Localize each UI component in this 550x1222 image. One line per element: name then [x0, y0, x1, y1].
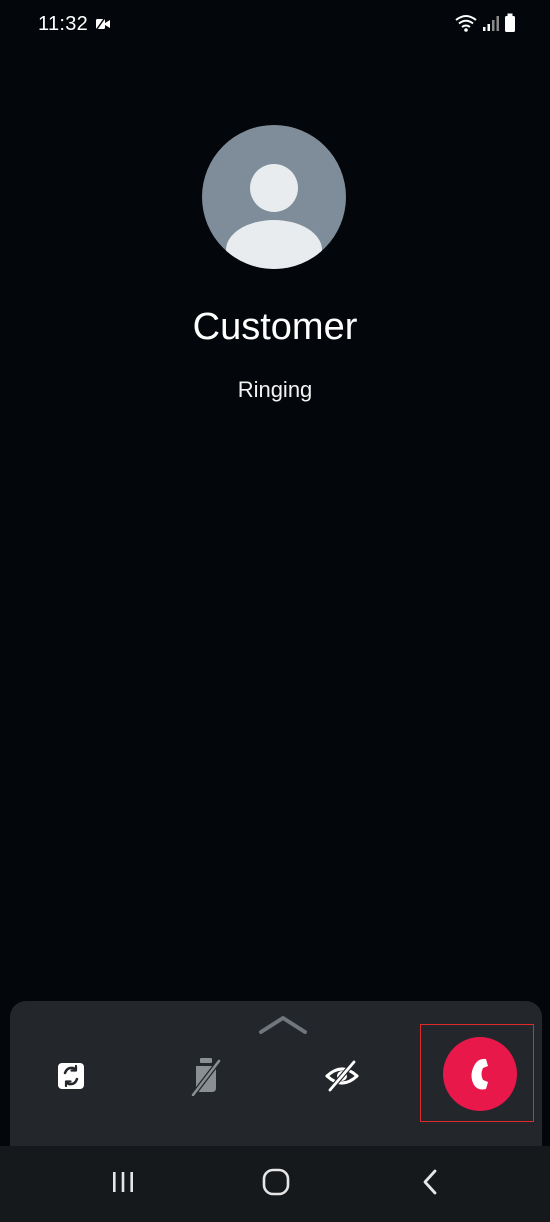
switch-camera-button[interactable]	[41, 1051, 101, 1101]
video-off-icon	[325, 1060, 359, 1092]
chevron-up-icon[interactable]	[258, 1013, 308, 1035]
caller-avatar	[202, 125, 346, 269]
call-screen: 11:32 Customer Ringing	[0, 0, 550, 1222]
back-icon	[423, 1169, 437, 1195]
battery-icon	[505, 13, 515, 32]
caller-name: Customer	[192, 306, 358, 348]
recent-apps-button[interactable]	[103, 1164, 143, 1200]
navigation-bar	[0, 1146, 550, 1222]
home-button[interactable]	[256, 1164, 296, 1200]
wifi-icon	[455, 15, 477, 32]
video-off-button[interactable]	[312, 1051, 372, 1101]
video-call-indicator-icon	[96, 18, 110, 30]
status-bar: 11:32	[0, 0, 550, 50]
status-icons	[454, 13, 516, 33]
home-icon	[262, 1168, 290, 1196]
signal-icon	[483, 16, 499, 31]
mute-button[interactable]	[176, 1051, 236, 1101]
end-call-button[interactable]	[443, 1037, 517, 1111]
status-time: 11:32	[38, 13, 89, 35]
mic-off-icon	[191, 1058, 221, 1096]
back-button[interactable]	[410, 1164, 450, 1200]
phone-icon	[471, 1058, 488, 1090]
switch-camera-icon	[58, 1063, 84, 1089]
person-placeholder-icon	[226, 164, 322, 269]
call-status: Ringing	[237, 377, 313, 402]
recent-apps-icon	[113, 1172, 133, 1192]
